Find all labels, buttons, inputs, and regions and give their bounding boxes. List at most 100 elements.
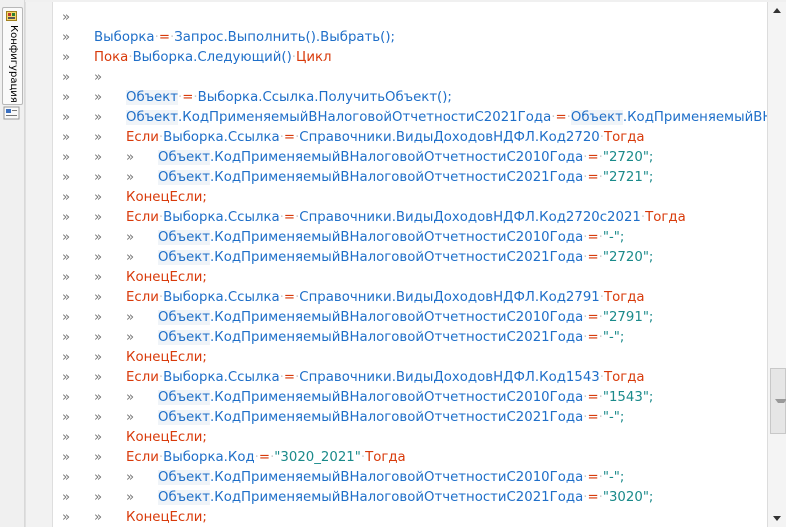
code-identifier: Объект: [126, 90, 179, 105]
tab-marker: »: [62, 90, 71, 105]
code-line[interactable]: »» Если·Выборка.Ссылка·=·Справочники.Виды…: [62, 368, 768, 388]
tab-marker: »: [126, 230, 135, 245]
code-line[interactable]: » » КонецЕсли;: [62, 268, 768, 288]
code-identifier: Выборка.Ссылка: [163, 210, 280, 225]
code-identifier: .КодПрименяемыйВНалоговойОтчетностиС2010…: [622, 110, 768, 125]
code-line[interactable]: » » КонецЕсли;: [62, 428, 768, 448]
tab-marker: »: [62, 490, 71, 505]
code-string: "2721";: [602, 170, 654, 185]
arrow-down-icon[interactable]: [773, 516, 781, 521]
code-identifier: Выборка: [94, 30, 155, 45]
code-identifier: Объект: [158, 490, 211, 505]
code-line[interactable]: » » » Объект.КодПрименяемыйВНалоговойОтчетн…: [62, 168, 768, 188]
tab-marker: »: [62, 110, 71, 125]
code-line[interactable]: » » » Объект.КодПрименяемыйВНалоговойОтчетн…: [62, 408, 768, 428]
tab-marker: »: [94, 70, 103, 85]
tab-marker: »: [126, 150, 135, 165]
tab-marker: »: [126, 390, 135, 405]
code-keyword: Если: [126, 290, 159, 305]
code-identifier: Справочники.ВидыДоходовНДФЛ.Код2720с2021: [299, 210, 641, 225]
code-line[interactable]: » » КонецЕсли;: [62, 508, 768, 527]
code-identifier: .КодПрименяемыйВНалоговойОтчетностиС2010…: [210, 390, 584, 405]
tab-marker: »: [62, 350, 71, 365]
code-identifier: Объект: [158, 310, 211, 325]
code-line[interactable]: » » » Объект.КодПрименяемыйВНалоговойОтчетн…: [62, 228, 768, 248]
tab-marker: »: [94, 370, 103, 385]
code-identifier: .КодПрименяемыйВНалоговойОтчетностиС2021…: [210, 410, 584, 425]
code-line[interactable]: »: [62, 8, 768, 28]
tab-configuration[interactable]: Конфигурация: [2, 7, 23, 105]
tab-marker: »: [94, 290, 103, 305]
code-line[interactable]: »» Объект·=·Выборка.Ссылка.ПолучитьОбъект…: [62, 88, 768, 108]
tab-marker: »: [94, 510, 103, 525]
code-identifier: Выборка.Ссылка: [163, 130, 280, 145]
code-line[interactable]: »» Если·Выборка.Ссылка·=·Справочники.Виды…: [62, 128, 768, 148]
tab-marker: »: [94, 230, 103, 245]
code-keyword: =: [587, 330, 599, 345]
code-keyword: =: [158, 30, 170, 45]
tab-marker: »: [94, 90, 103, 105]
tab-marker: »: [126, 310, 135, 325]
code-line[interactable]: » » » Объект.КодПрименяемыйВНалоговойОтчетн…: [62, 488, 768, 508]
code-line[interactable]: » » » Объект.КодПрименяемыйВНалоговойОтчетн…: [62, 308, 768, 328]
code-line[interactable]: » Выборка·=·Запрос.Выполнить().Выбрать();: [62, 28, 768, 48]
code-keyword: КонецЕсли;: [126, 510, 207, 525]
code-line[interactable]: » » » Объект.КодПрименяемыйВНалоговойОтчетн…: [62, 148, 768, 168]
code-string: "1543";: [602, 390, 654, 405]
tab-marker: »: [94, 330, 103, 345]
code-line[interactable]: » » КонецЕсли;: [62, 188, 768, 208]
code-identifier: Выборка.Ссылка: [163, 370, 280, 385]
scrollbar-thumb[interactable]: [770, 368, 786, 434]
code-keyword: Тогда: [603, 130, 645, 145]
tab-marker: »: [126, 490, 135, 505]
code-editor[interactable]: »» Выборка·=·Запрос.Выполнить().Выбрать()…: [25, 2, 768, 527]
code-identifier: Объект: [158, 390, 211, 405]
tab-marker: »: [94, 470, 103, 485]
code-line[interactable]: » » » Объект.КодПрименяемыйВНалоговойОтчетн…: [62, 328, 768, 348]
tab-marker: »: [62, 390, 71, 405]
tab-marker: »: [94, 430, 103, 445]
tab-marker: »: [94, 170, 103, 185]
document-icon[interactable]: [3, 106, 20, 120]
code-line[interactable]: » Пока·Выборка.Следующий()·Цикл: [62, 48, 768, 68]
code-keyword: КонецЕсли;: [126, 270, 207, 285]
tab-marker: »: [126, 330, 135, 345]
code-line[interactable]: » » » Объект.КодПрименяемыйВНалоговойОтчетн…: [62, 388, 768, 408]
code-identifier: Запрос.Выполнить().Выбрать();: [174, 30, 395, 45]
code-identifier: Объект: [126, 110, 179, 125]
code-identifier: Справочники.ВидыДоходовНДФЛ.Код2720: [299, 130, 600, 145]
code-identifier: Выборка.Ссылка: [163, 290, 280, 305]
code-keyword: =: [555, 110, 567, 125]
arrow-up-icon[interactable]: [773, 8, 781, 13]
code-string: "2720";: [602, 250, 654, 265]
tab-marker: »: [62, 430, 71, 445]
code-identifier: Выборка.Ссылка.ПолучитьОбъект();: [197, 90, 452, 105]
tab-marker: »: [62, 50, 71, 65]
code-line[interactable]: »» Если·Выборка.Код·=·"3020_2021"·Тогда: [62, 448, 768, 468]
code-identifier: Объект: [158, 410, 211, 425]
code-identifier: .КодПрименяемыйВНалоговойОтчетностиС2010…: [210, 150, 584, 165]
code-line[interactable]: »» Объект.КодПрименяемыйВНалоговойОтчетно…: [62, 108, 768, 128]
vertical-scrollbar[interactable]: [767, 2, 786, 527]
code-area[interactable]: »» Выборка·=·Запрос.Выполнить().Выбрать()…: [62, 8, 768, 527]
tab-marker: »: [62, 330, 71, 345]
tab-marker: »: [126, 170, 135, 185]
code-identifier: Выборка.Следующий(): [132, 50, 292, 65]
code-identifier: Справочники.ВидыДоходовНДФЛ.Код2791: [299, 290, 600, 305]
code-line[interactable]: »» Если·Выборка.Ссылка·=·Справочники.Виды…: [62, 288, 768, 308]
code-keyword: =: [587, 470, 599, 485]
code-keyword: =: [258, 450, 271, 465]
code-line[interactable]: » » КонецЕсли;: [62, 348, 768, 368]
code-identifier: .КодПрименяемыйВНалоговойОтчетностиС2021…: [210, 330, 584, 345]
tab-marker: »: [62, 190, 71, 205]
code-keyword: КонецЕсли;: [126, 430, 207, 445]
tab-marker: »: [94, 190, 103, 205]
code-line[interactable]: » » » Объект.КодПрименяемыйВНалоговойОтчетн…: [62, 468, 768, 488]
code-line[interactable]: »»: [62, 68, 768, 88]
code-keyword: =: [587, 310, 599, 325]
tab-marker: »: [62, 290, 71, 305]
code-line[interactable]: »» Если·Выборка.Ссылка·=·Справочники.Виды…: [62, 208, 768, 228]
code-identifier: Объ: [158, 230, 187, 245]
code-line[interactable]: » » » Объект.КодПрименяемыйВНалоговойОтчетн…: [62, 248, 768, 268]
tab-marker: »: [62, 30, 71, 45]
